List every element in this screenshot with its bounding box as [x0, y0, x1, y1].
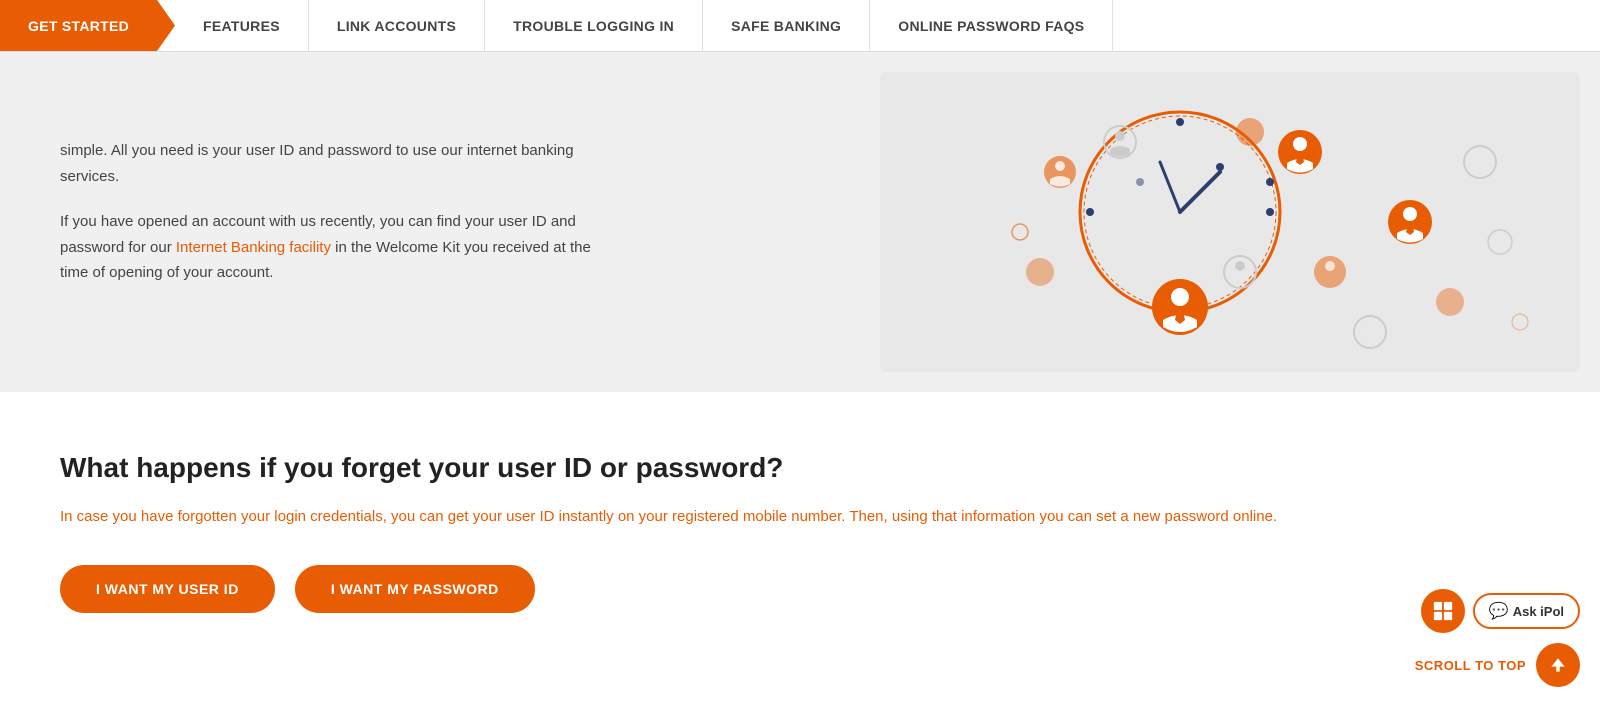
- hero-paragraph-2: If you have opened an account with us re…: [60, 209, 620, 286]
- want-user-id-button[interactable]: I WANT MY USER ID: [60, 565, 275, 613]
- scroll-to-top-row: SCROLL TO TOP: [1415, 643, 1580, 687]
- nav-item-trouble-logging-in[interactable]: TROUBLE LOGGING IN: [485, 0, 703, 51]
- nav-item-get-started[interactable]: GET STARTED: [0, 0, 175, 51]
- ask-ipol-badge[interactable]: 💬 Ask iPol: [1473, 593, 1580, 629]
- hero-section: simple. All you need is your user ID and…: [0, 52, 1600, 392]
- bottom-right-widgets: 💬 Ask iPol SCROLL TO TOP: [1415, 589, 1580, 687]
- nav-item-features[interactable]: FEATURES: [175, 0, 309, 51]
- section-heading: What happens if you forget your user ID …: [60, 452, 1540, 484]
- ask-ipol-widget: 💬 Ask iPol: [1421, 589, 1580, 633]
- hero-illustration: [880, 72, 1580, 372]
- nav-item-safe-banking[interactable]: SAFE BANKING: [703, 0, 870, 51]
- main-content-section: What happens if you forget your user ID …: [0, 392, 1600, 653]
- scroll-top-label: SCROLL TO TOP: [1415, 658, 1526, 673]
- hero-text-area: simple. All you need is your user ID and…: [0, 52, 880, 392]
- scroll-top-button[interactable]: [1536, 643, 1580, 687]
- nav-item-online-password-faqs[interactable]: ONLINE PASSWORD FAQS: [870, 0, 1113, 51]
- chat-bubble-icon: 💬: [1489, 601, 1509, 621]
- nav-item-link-accounts[interactable]: LINK ACCOUNTS: [309, 0, 485, 51]
- ask-ipol-label: Ask iPol: [1513, 604, 1564, 619]
- section-description: In case you have forgotten your login cr…: [60, 504, 1460, 530]
- internet-banking-link[interactable]: Internet Banking facility: [176, 239, 331, 256]
- grid-icon-button[interactable]: [1421, 589, 1465, 633]
- action-buttons: I WANT MY USER ID I WANT MY PASSWORD: [60, 565, 1540, 613]
- navigation-bar: GET STARTED FEATURES LINK ACCOUNTS TROUB…: [0, 0, 1600, 52]
- want-password-button[interactable]: I WANT MY PASSWORD: [295, 565, 535, 613]
- hero-paragraph-1: simple. All you need is your user ID and…: [60, 138, 620, 189]
